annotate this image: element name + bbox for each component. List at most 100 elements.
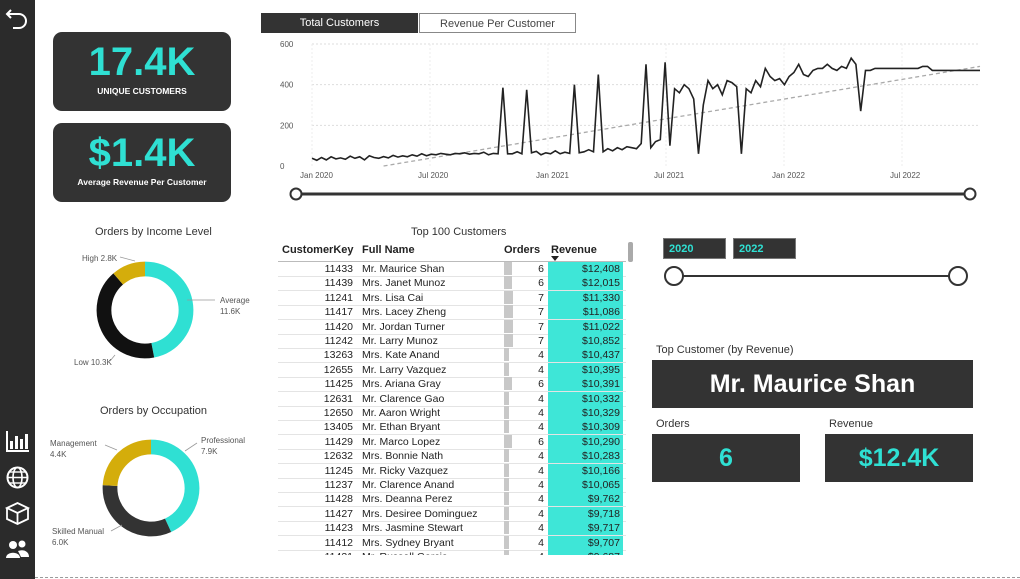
- table-row[interactable]: 11245 Mr. Ricky Vazquez 4 $10,166: [278, 463, 626, 479]
- customer-key: 11431: [278, 551, 353, 555]
- year-range-slider[interactable]: [662, 263, 972, 289]
- revenue: $10,166: [548, 463, 623, 478]
- header-revenue[interactable]: Revenue: [551, 244, 597, 256]
- orders: 4: [538, 493, 544, 506]
- table-row[interactable]: 11425 Mrs. Ariana Gray 6 $10,391: [278, 377, 626, 393]
- table-row[interactable]: 11439 Mrs. Janet Munoz 6 $12,015: [278, 276, 626, 292]
- customer-key: 11242: [324, 335, 353, 347]
- orders: 6: [538, 277, 544, 290]
- revenue: $10,852: [548, 334, 623, 348]
- revenue: $10,283: [548, 449, 623, 464]
- table-row[interactable]: 11427 Mrs. Desiree Dominguez 4 $9,718: [278, 506, 626, 522]
- back-arrow-icon[interactable]: [3, 4, 32, 33]
- customer-key: 11427: [324, 507, 353, 520]
- full-name: Mrs. Sydney Bryant: [362, 536, 454, 549]
- orders: 7: [538, 291, 544, 304]
- table-row[interactable]: 11433 Mr. Maurice Shan 6 $12,408: [278, 262, 626, 277]
- customer-key: 11417: [324, 306, 353, 319]
- kpi-unique-customers: 17.4K UNIQUE CUSTOMERS: [53, 32, 231, 111]
- customer-key: 11423: [324, 522, 353, 535]
- tab-total-customers[interactable]: Total Customers: [261, 13, 418, 33]
- start-year-input[interactable]: 2020: [663, 238, 726, 259]
- x-tick-label: Jan 2021: [536, 171, 569, 180]
- table-row[interactable]: 11429 Mr. Marco Lopez 6 $10,290: [278, 434, 626, 450]
- customer-key: 13263: [323, 349, 353, 362]
- trend-line: [383, 65, 981, 167]
- full-name: Mr. Marco Lopez: [362, 435, 441, 448]
- slice-low: [96, 273, 155, 359]
- revenue: $9,762: [548, 492, 623, 507]
- customer-key: 11241: [324, 291, 353, 304]
- customer-key: 12655: [323, 363, 353, 376]
- slice-average: [144, 261, 194, 358]
- table-row[interactable]: 13263 Mrs. Kate Anand 4 $10,437: [278, 348, 626, 364]
- y-tick-label: 200: [280, 121, 294, 130]
- revenue: $11,330: [548, 290, 623, 305]
- table-row[interactable]: 12650 Mr. Aaron Wright 4 $10,329: [278, 406, 626, 421]
- header-orders[interactable]: Orders: [504, 244, 540, 256]
- revenue: $9,717: [548, 521, 623, 536]
- orders: 4: [538, 464, 544, 477]
- orders-label: Orders: [656, 418, 690, 430]
- y-tick-label: 400: [280, 81, 294, 90]
- tab-revenue-per-customer[interactable]: Revenue Per Customer: [419, 13, 576, 33]
- revenue: $12,015: [548, 276, 623, 291]
- table-row[interactable]: 11423 Mrs. Jasmine Stewart 4 $9,717: [278, 521, 626, 537]
- slice-professional: [150, 439, 200, 532]
- orders: 4: [538, 536, 544, 549]
- kpi-value: 17.4K: [88, 40, 196, 84]
- table-header: CustomerKey Full Name Orders Revenue: [278, 241, 626, 262]
- orders-value: 6: [652, 434, 800, 482]
- full-name: Mrs. Lisa Cai: [362, 291, 424, 304]
- table-row[interactable]: 11420 Mr. Jordan Turner 7 $11,022: [278, 319, 626, 335]
- table-row[interactable]: 12655 Mr. Larry Vazquez 4 $10,395: [278, 362, 626, 378]
- table-row[interactable]: 13405 Mr. Ethan Bryant 4 $10,309: [278, 420, 626, 436]
- header-customerkey[interactable]: CustomerKey: [282, 244, 354, 256]
- people-icon[interactable]: [3, 535, 32, 564]
- slice-value-label: 6.0K: [52, 538, 69, 547]
- table-row[interactable]: 11431 Mr. Russell Garcia 4 $9,687: [278, 550, 626, 555]
- top-customers-table: CustomerKey Full Name Orders Revenue 114…: [278, 241, 626, 555]
- bar-chart-icon[interactable]: [3, 427, 32, 456]
- slice-value-label: 11.6K: [220, 307, 241, 316]
- kpi-value: $1.4K: [88, 131, 196, 175]
- orders: 4: [538, 522, 544, 535]
- customer-key: 11429: [324, 435, 353, 448]
- revenue: $11,086: [548, 305, 623, 320]
- full-name: Mr. Clarence Anand: [362, 479, 455, 491]
- table-row[interactable]: 11428 Mrs. Deanna Perez 4 $9,762: [278, 492, 626, 508]
- table-row[interactable]: 12631 Mr. Clarence Gao 4 $10,332: [278, 391, 626, 407]
- orders: 4: [538, 407, 544, 419]
- table-row[interactable]: 11241 Mrs. Lisa Cai 7 $11,330: [278, 290, 626, 306]
- table-row[interactable]: 11417 Mrs. Lacey Zheng 7 $11,086: [278, 305, 626, 321]
- full-name: Mrs. Janet Munoz: [362, 277, 446, 290]
- sidebar: [0, 0, 35, 579]
- table-row[interactable]: 11242 Mr. Larry Munoz 7 $10,852: [278, 334, 626, 349]
- orders: 4: [504, 551, 544, 555]
- revenue: $10,290: [548, 434, 623, 449]
- revenue: $10,437: [548, 348, 623, 363]
- revenue: $10,332: [548, 391, 623, 406]
- year-end-handle: [948, 266, 968, 286]
- full-name: Mr. Ricky Vazquez: [362, 464, 449, 477]
- top-customer-title: Top Customer (by Revenue): [656, 344, 794, 356]
- table-row[interactable]: 11237 Mr. Clarence Anand 4 $10,065: [278, 478, 626, 493]
- kpi-label: Average Revenue Per Customer: [77, 177, 207, 187]
- leader-line: [184, 442, 198, 452]
- top-customer-name: Mr. Maurice Shan: [652, 360, 973, 408]
- leader-line: [119, 256, 136, 262]
- table-scrollbar[interactable]: [628, 242, 633, 262]
- revenue: $9,687: [548, 550, 623, 555]
- slice-value-label: 7.9K: [201, 447, 218, 456]
- x-tick-label: Jan 2020: [300, 171, 333, 180]
- table-row[interactable]: 11412 Mrs. Sydney Bryant 4 $9,707: [278, 535, 626, 551]
- slice-label: High 2.8K: [82, 254, 118, 263]
- full-name: Mrs. Desiree Dominguez: [362, 507, 478, 520]
- header-full-name[interactable]: Full Name: [362, 244, 415, 256]
- box-icon[interactable]: [3, 499, 32, 528]
- globe-icon[interactable]: [3, 463, 32, 492]
- table-row[interactable]: 12632 Mrs. Bonnie Nath 4 $10,283: [278, 449, 626, 465]
- end-year-input[interactable]: 2022: [733, 238, 796, 259]
- date-range-slider[interactable]: [288, 184, 980, 204]
- income-level-donut-chart: Average 11.6K Low 10.3K High 2.8K: [74, 254, 250, 367]
